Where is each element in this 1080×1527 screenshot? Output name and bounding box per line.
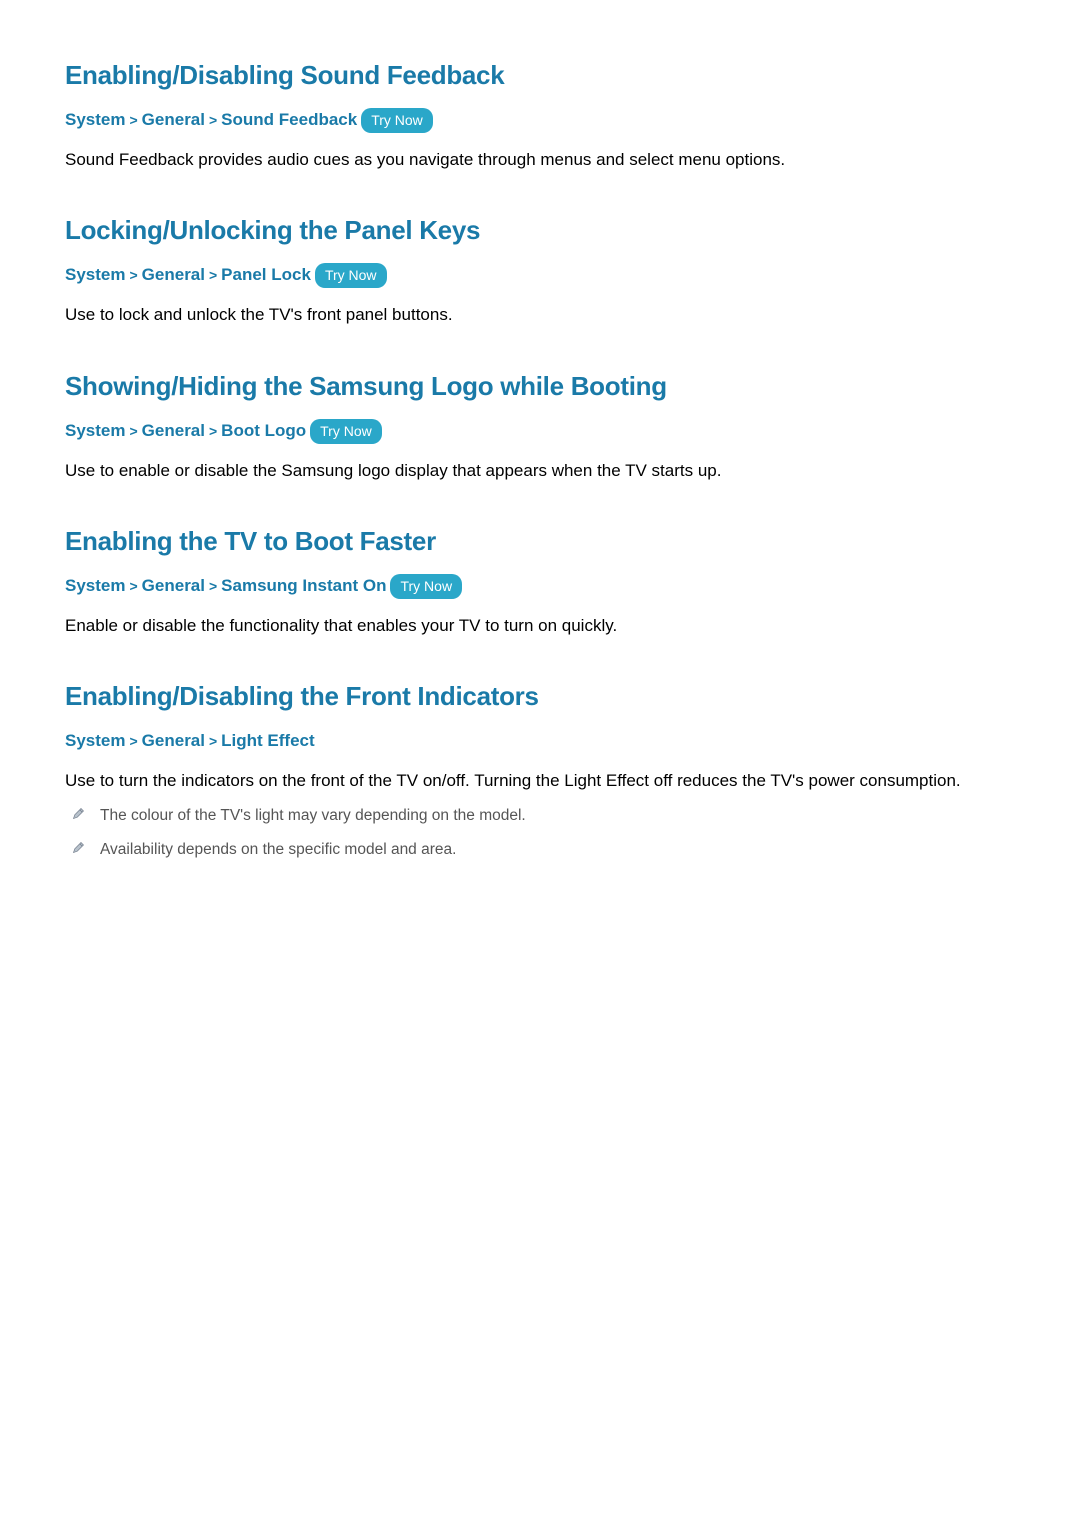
section: Enabling/Disabling Sound FeedbackSystem>… [65,60,1015,173]
section-title: Enabling/Disabling the Front Indicators [65,681,1015,712]
breadcrumb-item[interactable]: System [65,110,125,129]
pen-icon [71,840,86,855]
breadcrumb-item[interactable]: Samsung Instant On [221,576,386,595]
section-title: Locking/Unlocking the Panel Keys [65,215,1015,246]
chevron-right-icon: > [129,267,137,283]
section: Enabling/Disabling the Front Indicators S… [65,681,1015,860]
try-now-button[interactable]: Try Now [310,419,382,444]
breadcrumb-item[interactable]: Panel Lock [221,265,311,284]
chevron-right-icon: > [129,733,137,749]
section-body: Use to enable or disable the Samsung log… [65,458,1015,484]
breadcrumb: System>General>Boot LogoTry Now [65,418,1015,444]
try-now-button[interactable]: Try Now [315,263,387,288]
breadcrumb-item[interactable]: General [142,731,205,750]
section-body: Use to turn the indicators on the front … [65,768,1015,794]
breadcrumb-item[interactable]: System [65,265,125,284]
chevron-right-icon: > [209,578,217,594]
section: Locking/Unlocking the Panel KeysSystem>G… [65,215,1015,328]
section-title: Showing/Hiding the Samsung Logo while Bo… [65,371,1015,402]
chevron-right-icon: > [209,423,217,439]
section-title: Enabling/Disabling Sound Feedback [65,60,1015,91]
chevron-right-icon: > [129,578,137,594]
chevron-right-icon: > [129,423,137,439]
note-text: Availability depends on the specific mod… [100,838,456,861]
pen-icon [71,806,86,821]
note-item: The colour of the TV's light may vary de… [71,804,1015,827]
note-text: The colour of the TV's light may vary de… [100,804,526,827]
section-body: Use to lock and unlock the TV's front pa… [65,302,1015,328]
breadcrumb-item[interactable]: System [65,576,125,595]
breadcrumb-item[interactable]: Light Effect [221,731,315,750]
breadcrumb: System>General>Panel LockTry Now [65,262,1015,288]
chevron-right-icon: > [209,733,217,749]
chevron-right-icon: > [129,112,137,128]
breadcrumb-item[interactable]: System [65,731,125,750]
try-now-button[interactable]: Try Now [390,574,462,599]
section-title: Enabling the TV to Boot Faster [65,526,1015,557]
breadcrumb: System>General>Light Effect [65,728,1015,754]
breadcrumb-item[interactable]: General [142,421,205,440]
breadcrumb-item[interactable]: General [142,576,205,595]
breadcrumb: System>General>Sound FeedbackTry Now [65,107,1015,133]
breadcrumb-item[interactable]: Sound Feedback [221,110,357,129]
chevron-right-icon: > [209,267,217,283]
note-list: The colour of the TV's light may vary de… [65,804,1015,861]
section: Enabling the TV to Boot FasterSystem>Gen… [65,526,1015,639]
breadcrumb: System>General>Samsung Instant OnTry Now [65,573,1015,599]
section-body: Sound Feedback provides audio cues as yo… [65,147,1015,173]
breadcrumb-item[interactable]: General [142,110,205,129]
breadcrumb-item[interactable]: System [65,421,125,440]
breadcrumb-item[interactable]: Boot Logo [221,421,306,440]
section-body: Enable or disable the functionality that… [65,613,1015,639]
chevron-right-icon: > [209,112,217,128]
note-item: Availability depends on the specific mod… [71,838,1015,861]
section: Showing/Hiding the Samsung Logo while Bo… [65,371,1015,484]
breadcrumb-item[interactable]: General [142,265,205,284]
try-now-button[interactable]: Try Now [361,108,433,133]
